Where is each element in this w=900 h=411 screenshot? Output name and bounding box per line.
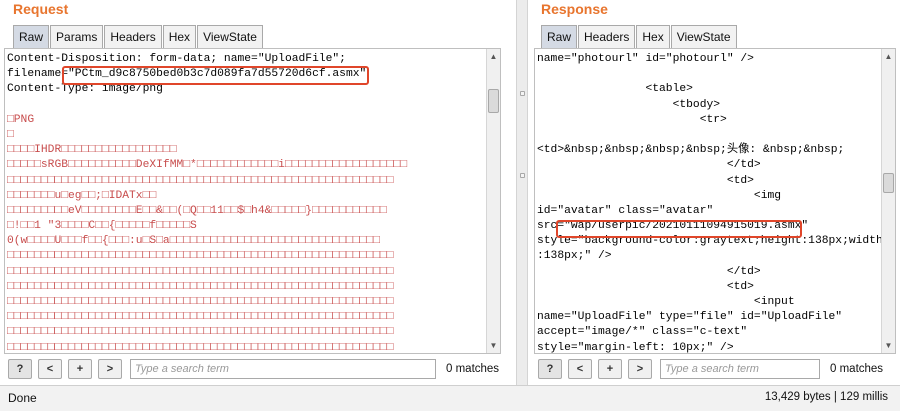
previous-match-button[interactable]: < [38, 359, 62, 379]
code-line: </td> [537, 265, 761, 278]
next-match-button[interactable]: > [628, 359, 652, 379]
code-line: □□□□□□□□□eV□□□□□□□□E□□&□□(□Q□□11□□$□h4&□… [7, 204, 387, 217]
scroll-down-icon[interactable]: ▼ [487, 339, 500, 352]
request-search-bar: ? < + > Type a search term 0 matches [8, 357, 513, 381]
request-matches-count: 0 matches [446, 363, 500, 375]
code-line: □□□□□sRGB□□□□□□□□□□DeXIfMM□*□□□□□□□□□□□□… [7, 159, 407, 172]
response-tab-raw[interactable]: Raw [541, 25, 578, 48]
request-tab-hex[interactable]: Hex [162, 25, 197, 48]
response-raw-text[interactable]: name="photourl" id="photourl" /> <table>… [537, 52, 883, 354]
code-line: □PNG [7, 113, 35, 126]
code-line: □□□□□□□□□□□□□□□□□□□□□□□□□□□□□□□□□□□□□□□□… [7, 341, 394, 354]
request-editor[interactable]: Content-Disposition: form-data; name="Up… [4, 48, 501, 354]
code-line: <img [537, 189, 782, 202]
code-line: <tbody> [537, 98, 721, 111]
request-scrollbar[interactable]: ▲ ▼ [486, 49, 500, 353]
request-tab-params[interactable]: Params [50, 25, 104, 48]
code-line: name="photourl" id="photourl" /> [537, 53, 754, 65]
request-search-input[interactable]: Type a search term [130, 359, 436, 379]
code-line: name="UploadFile" type="file" id="Upload… [537, 311, 843, 324]
response-pane: Response Raw Headers Hex ViewState name=… [528, 0, 900, 385]
code-line: □□□□□□□□□□□□□□□□□□□□□□□□□□□□□□□□□□□□□□□□… [7, 174, 394, 187]
filename-highlight-box [62, 66, 369, 85]
next-match-button[interactable]: > [98, 359, 122, 379]
code-line: <input [537, 296, 795, 308]
request-tab-raw[interactable]: Raw [13, 25, 50, 48]
scroll-up-icon[interactable]: ▲ [487, 50, 500, 63]
response-size-timing: 13,429 bytes | 129 millis [764, 391, 888, 403]
request-scroll-thumb[interactable] [488, 89, 499, 113]
status-bar: Done 13,429 bytes | 129 millis [0, 385, 900, 411]
code-line: □□□□□□□□□□□□□□□□□□□□□□□□□□□□□□□□□□□□□□□□… [7, 311, 394, 324]
code-line: <tr> [537, 113, 727, 126]
code-line: Content-Disposition: form-data; name="Up… [7, 53, 346, 65]
help-button[interactable]: ? [538, 359, 562, 379]
status-text: Done [8, 391, 37, 405]
code-line: </td> [537, 159, 761, 172]
request-tab-viewstate[interactable]: ViewState [197, 25, 263, 48]
response-editor[interactable]: name="photourl" id="photourl" /> <table>… [534, 48, 896, 354]
add-button[interactable]: + [598, 359, 622, 379]
code-line: □□□□□□□□□□□□□□□□□□□□□□□□□□□□□□□□□□□□□□□□… [7, 250, 394, 263]
code-line: id="avatar" class="avatar" [537, 204, 714, 217]
previous-match-button[interactable]: < [568, 359, 592, 379]
code-line: <table> [537, 83, 693, 96]
pane-splitter[interactable] [516, 0, 528, 385]
code-line: :138px;" /> [537, 250, 612, 263]
response-tab-viewstate[interactable]: ViewState [670, 25, 737, 48]
code-line: <td> [537, 280, 754, 293]
scroll-down-icon[interactable]: ▼ [882, 339, 895, 352]
code-line: 0(w□□□□U□□□f□□{□□□:u□S□a□□□□□□□□□□□□□□□□… [7, 235, 380, 248]
upload-path-highlight-box [556, 220, 802, 238]
response-tab-hex[interactable]: Hex [636, 25, 670, 48]
response-search-bar: ? < + > Type a search term 0 matches [538, 357, 900, 381]
response-tab-headers[interactable]: Headers [578, 25, 636, 48]
code-line: <td>&nbsp;&nbsp;&nbsp;&nbsp;头像: &nbsp;&n… [537, 144, 845, 157]
code-line: □!□□1 "3□□□□C□□{□□□□□f□□□□□S [7, 220, 197, 233]
request-raw-text[interactable]: Content-Disposition: form-data; name="Up… [7, 52, 407, 354]
response-scrollbar[interactable]: ▲ ▼ [881, 49, 895, 353]
splitter-handle-icon[interactable] [520, 173, 525, 178]
add-button[interactable]: + [68, 359, 92, 379]
response-scroll-thumb[interactable] [883, 173, 894, 193]
response-search-input[interactable]: Type a search term [660, 359, 820, 379]
help-button[interactable]: ? [8, 359, 32, 379]
request-tab-headers[interactable]: Headers [104, 25, 162, 48]
response-matches-count: 0 matches [830, 363, 884, 375]
response-title: Response [541, 1, 608, 17]
code-line: style="margin-left: 10px;" /> [537, 341, 734, 354]
request-pane: Request Raw Params Headers Hex ViewState… [0, 0, 516, 385]
code-line: □□□□□□□u□eg□□;□IDATx□□ [7, 189, 157, 202]
code-line: □□□□□□□□□□□□□□□□□□□□□□□□□□□□□□□□□□□□□□□□… [7, 280, 394, 293]
code-line: □ [7, 128, 14, 141]
code-line: accept="image/*" class="c-text" [537, 326, 748, 339]
request-tabs: Raw Params Headers Hex ViewState [13, 25, 264, 48]
response-tabs: Raw Headers Hex ViewState [541, 25, 738, 48]
splitter-handle-icon[interactable] [520, 91, 525, 96]
code-line: <td> [537, 174, 754, 187]
code-line: □□□□□□□□□□□□□□□□□□□□□□□□□□□□□□□□□□□□□□□□… [7, 265, 394, 278]
code-line: □□□□□□□□□□□□□□□□□□□□□□□□□□□□□□□□□□□□□□□□… [7, 296, 394, 308]
code-line: □□□□IHDR□□□□□□□□□□□□□□□□□ [7, 144, 177, 157]
request-title: Request [13, 1, 69, 17]
scroll-up-icon[interactable]: ▲ [882, 50, 895, 63]
code-line: □□□□□□□□□□□□□□□□□□□□□□□□□□□□□□□□□□□□□□□□… [7, 326, 394, 339]
